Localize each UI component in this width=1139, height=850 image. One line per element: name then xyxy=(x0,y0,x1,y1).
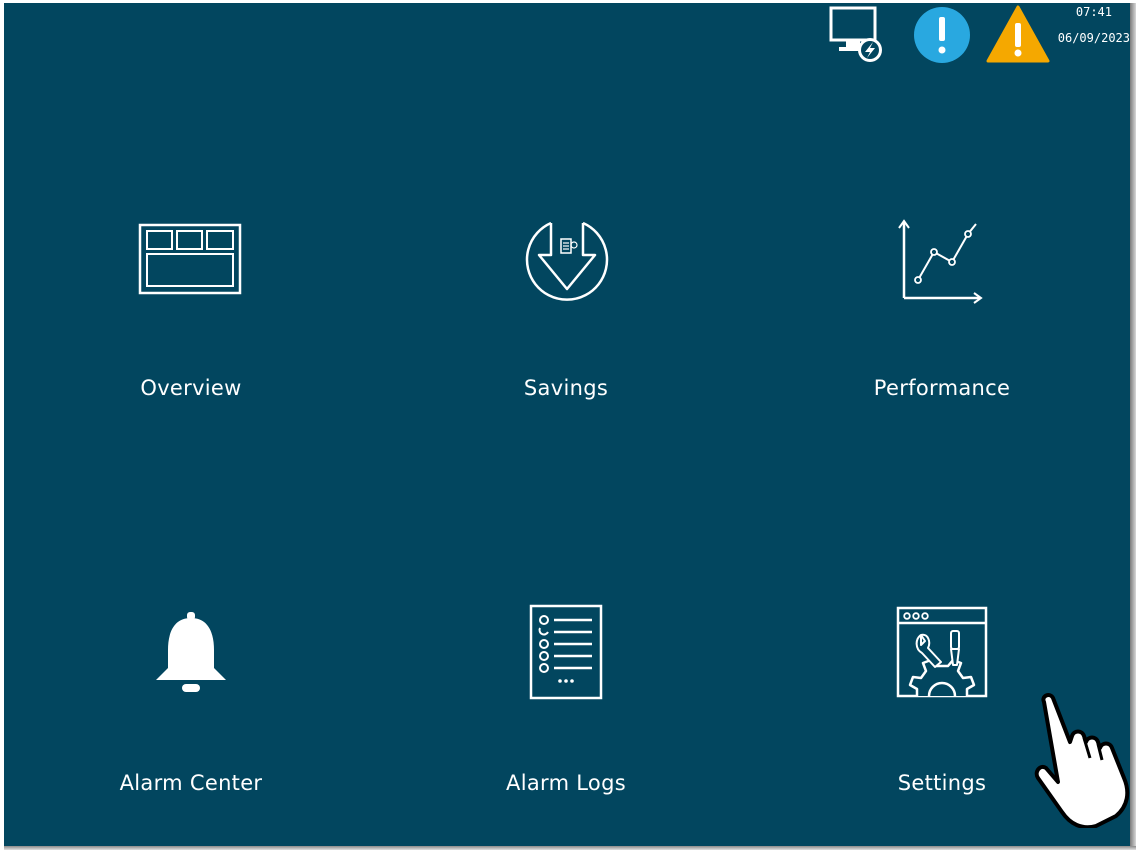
bell-icon xyxy=(156,612,226,692)
tile-label: Overview xyxy=(140,376,242,400)
performance-chart-icon xyxy=(898,219,983,304)
savings-icon xyxy=(525,221,609,301)
alarm-log-list-icon xyxy=(529,604,603,700)
home-screen: 07:41 06/09/2023 Overview Savings Perfor… xyxy=(4,3,1130,846)
tile-label: Alarm Center xyxy=(119,771,263,795)
remote-display-icon[interactable] xyxy=(824,5,882,63)
screen-edge-shadow xyxy=(4,846,1136,850)
tile-label: Performance xyxy=(873,376,1011,400)
settings-tools-icon xyxy=(896,606,988,698)
pointer-hand-icon xyxy=(1034,693,1130,828)
tile-alarm-center[interactable]: Alarm Center xyxy=(41,598,341,846)
tile-overview[interactable]: Overview xyxy=(41,203,341,463)
tile-label: Alarm Logs xyxy=(506,771,626,795)
overview-grid-icon xyxy=(138,223,242,295)
tile-alarm-logs[interactable]: Alarm Logs xyxy=(416,598,716,846)
tile-label: Savings xyxy=(523,376,609,400)
clock-date: 06/09/2023 xyxy=(1057,31,1130,45)
status-bar: 07:41 06/09/2023 xyxy=(4,3,1130,68)
tile-savings[interactable]: Savings xyxy=(416,203,716,463)
tile-performance[interactable]: Performance xyxy=(792,203,1092,463)
clock-time: 07:41 xyxy=(1075,5,1112,19)
warning-icon[interactable] xyxy=(986,5,1050,63)
info-alert-icon[interactable] xyxy=(912,6,972,64)
